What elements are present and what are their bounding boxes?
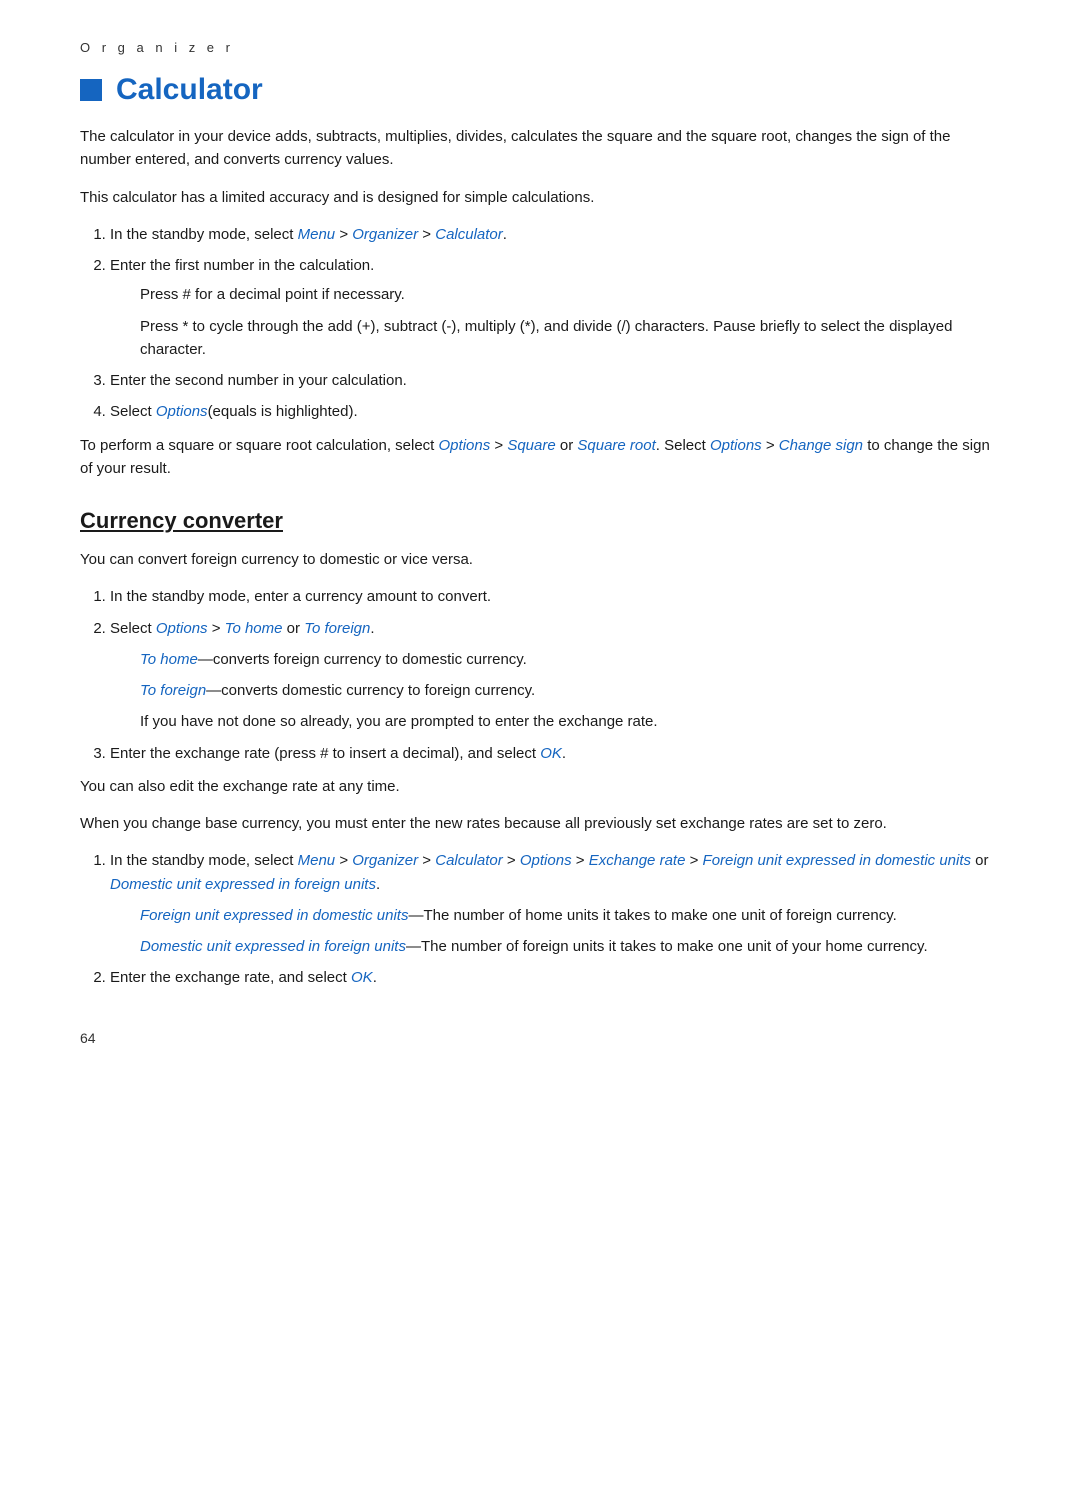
currency-step-2: Select Options > To home or To foreign. … — [110, 617, 1000, 734]
foreign-expressed-link: Foreign unit expressed in domestic units — [140, 907, 408, 924]
step2-indent-b-text: Press * to cycle through the add (+), su… — [140, 315, 1000, 362]
step1-link3: Calculator — [435, 226, 503, 243]
toforeign-text: To foreign—converts domestic currency to… — [140, 679, 1000, 702]
currency-intro: You can convert foreign currency to dome… — [80, 548, 1000, 571]
title-square-icon — [80, 79, 102, 101]
currency-step3-link: OK — [540, 745, 562, 762]
currency-step-1: In the standby mode, enter a currency am… — [110, 585, 1000, 608]
square-para: To perform a square or square root calcu… — [80, 434, 1000, 481]
square-before: To perform a square or square root calcu… — [80, 437, 439, 454]
step-2: Enter the first number in the calculatio… — [110, 254, 1000, 361]
currency-step2-before: Select — [110, 620, 156, 637]
organizer-header: O r g a n i z e r — [80, 40, 1000, 55]
cs2-1-link2: Organizer — [352, 852, 418, 869]
square-link2: Square — [507, 437, 555, 454]
square-link5: Change sign — [779, 437, 863, 454]
edit-para: You can also edit the exchange rate at a… — [80, 775, 1000, 798]
step-1: In the standby mode, select Menu > Organ… — [110, 223, 1000, 246]
cs2-2-before: Enter the exchange rate, and select — [110, 969, 351, 986]
domestic-expressed-indent: Domestic unit expressed in foreign units… — [140, 935, 1000, 958]
step2-indent-a: Press # for a decimal point if necessary… — [140, 283, 1000, 306]
foreign-expressed-indent: Foreign unit expressed in domestic units… — [140, 904, 1000, 927]
domestic-expressed-desc: —The number of foreign units it takes to… — [406, 938, 928, 955]
currency-step3-after: . — [562, 745, 566, 762]
title-text: Calculator — [116, 73, 263, 107]
step-3: Enter the second number in your calculat… — [110, 369, 1000, 392]
currency-step2-link1: Options — [156, 620, 208, 637]
tohome-desc: —converts foreign currency to domestic c… — [198, 651, 527, 668]
cs2-1-sep4: > — [572, 852, 589, 869]
currency-step2-link2: To home — [225, 620, 283, 637]
step1-link2: Organizer — [352, 226, 418, 243]
cs2-1-sep5: > — [685, 852, 702, 869]
prompt-indent: If you have not done so already, you are… — [140, 710, 1000, 733]
toforeign-indent: To foreign—converts domestic currency to… — [140, 679, 1000, 702]
currency-steps-list: In the standby mode, enter a currency am… — [110, 585, 1000, 765]
cs2-1-mid: or — [971, 852, 989, 869]
tohome-link: To home — [140, 651, 198, 668]
square-link3: Square root — [577, 437, 655, 454]
currency-step2-link3: To foreign — [304, 620, 370, 637]
step1-sep1: > — [335, 226, 352, 243]
square-sep1: > — [490, 437, 507, 454]
tohome-text: To home—converts foreign currency to dom… — [140, 648, 1000, 671]
cs2-1-before: In the standby mode, select — [110, 852, 298, 869]
currency-step2-after: . — [370, 620, 374, 637]
step1-sep2: > — [418, 226, 435, 243]
cs2-1-link1: Menu — [298, 852, 336, 869]
organizer-label-text: O r g a n i z e r — [80, 40, 234, 55]
step4-link: Options — [156, 403, 208, 420]
step2-indent-a-text: Press # for a decimal point if necessary… — [140, 283, 1000, 306]
foreign-expressed-desc: —The number of home units it takes to ma… — [408, 907, 896, 924]
cs2-1-sep3: > — [503, 852, 520, 869]
intro-para1: The calculator in your device adds, subt… — [80, 125, 1000, 172]
currency-section-title: Currency converter — [80, 508, 1000, 534]
square-sep2: > — [762, 437, 779, 454]
square-link4: Options — [710, 437, 762, 454]
prompt-text: If you have not done so already, you are… — [140, 710, 1000, 733]
currency-step3-before: Enter the exchange rate (press # to inse… — [110, 745, 540, 762]
cs2-2-after: . — [373, 969, 377, 986]
square-mid1: or — [556, 437, 578, 454]
cs2-1-link4: Options — [520, 852, 572, 869]
step3-text: Enter the second number in your calculat… — [110, 372, 407, 389]
toforeign-desc: —converts domestic currency to foreign c… — [206, 682, 535, 699]
currency-step2-1: In the standby mode, select Menu > Organ… — [110, 849, 1000, 958]
step4-before: Select — [110, 403, 156, 420]
page-title: Calculator — [80, 73, 1000, 107]
cs2-1-link3: Calculator — [435, 852, 503, 869]
cs2-1-link6: Foreign unit expressed in domestic units — [703, 852, 971, 869]
tohome-indent: To home—converts foreign currency to dom… — [140, 648, 1000, 671]
currency-steps2-list: In the standby mode, select Menu > Organ… — [110, 849, 1000, 989]
toforeign-link: To foreign — [140, 682, 206, 699]
step1-link1: Menu — [298, 226, 336, 243]
currency-step-3: Enter the exchange rate (press # to inse… — [110, 742, 1000, 765]
step4-after: (equals is highlighted). — [208, 403, 358, 420]
cs2-1-link7: Domestic unit expressed in foreign units — [110, 876, 376, 893]
cs2-2-link: OK — [351, 969, 373, 986]
page-number: 64 — [80, 1030, 1000, 1046]
currency-step1-text: In the standby mode, enter a currency am… — [110, 588, 491, 605]
cs2-1-sep1: > — [335, 852, 352, 869]
foreign-expressed-text: Foreign unit expressed in domestic units… — [140, 904, 1000, 927]
intro-para2: This calculator has a limited accuracy a… — [80, 186, 1000, 209]
currency-step2-mid: or — [283, 620, 305, 637]
step-4: Select Options(equals is highlighted). — [110, 400, 1000, 423]
square-link1: Options — [439, 437, 491, 454]
step1-before: In the standby mode, select — [110, 226, 298, 243]
domestic-expressed-link: Domestic unit expressed in foreign units — [140, 938, 406, 955]
currency-step2-sep: > — [208, 620, 225, 637]
cs2-1-sep2: > — [418, 852, 435, 869]
main-steps-list: In the standby mode, select Menu > Organ… — [110, 223, 1000, 424]
step2-indent-b: Press * to cycle through the add (+), su… — [140, 315, 1000, 362]
cs2-1-link5: Exchange rate — [589, 852, 686, 869]
currency-step2-2: Enter the exchange rate, and select OK. — [110, 966, 1000, 989]
change-para: When you change base currency, you must … — [80, 812, 1000, 835]
step1-after: . — [503, 226, 507, 243]
cs2-1-after: . — [376, 876, 380, 893]
square-mid2: . Select — [656, 437, 710, 454]
domestic-expressed-text: Domestic unit expressed in foreign units… — [140, 935, 1000, 958]
step2-text: Enter the first number in the calculatio… — [110, 257, 374, 274]
